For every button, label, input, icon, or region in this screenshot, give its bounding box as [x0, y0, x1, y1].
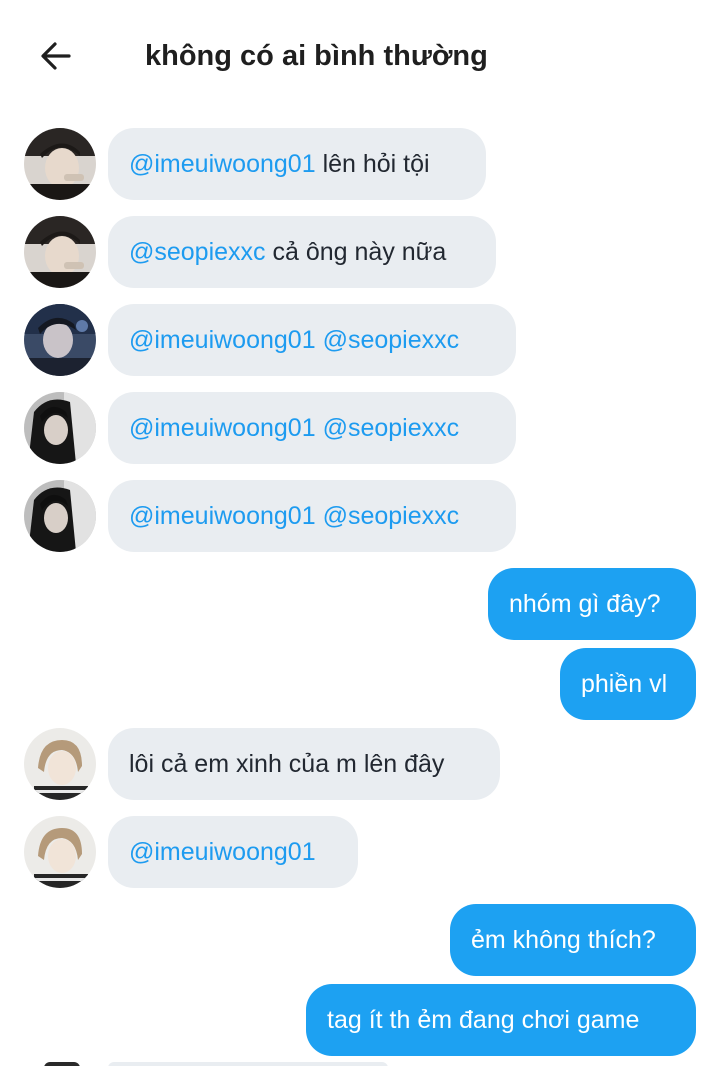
- avatar[interactable]: [24, 216, 96, 288]
- avatar-user-b-icon: [24, 304, 96, 376]
- mention-link[interactable]: @imeuiwoong01: [129, 838, 316, 866]
- incoming-bubble[interactable]: @imeuiwoong01 @seopiexxc: [108, 304, 516, 376]
- outgoing-bubble[interactable]: ẻm không thích?: [450, 904, 696, 976]
- avatar-user-d-icon: [24, 728, 96, 800]
- outgoing-bubble[interactable]: phiền vl: [560, 648, 696, 720]
- message-text: cả ông này nữa: [272, 238, 447, 266]
- mention-link[interactable]: @imeuiwoong01: [129, 150, 316, 178]
- chat-header: không có ai bình thường: [0, 0, 720, 110]
- arrow-left-icon: [41, 42, 71, 70]
- mention-link[interactable]: @imeuiwoong01: [129, 326, 316, 354]
- mention-link[interactable]: @seopiexxc: [323, 502, 460, 530]
- mention-link[interactable]: @imeuiwoong01: [129, 414, 316, 442]
- avatar-user-c-icon: [24, 480, 96, 552]
- mention-link[interactable]: @imeuiwoong01: [129, 502, 316, 530]
- bubble-peek: [108, 1062, 388, 1066]
- message-row: @seopiexxc cả ông này nữa: [0, 216, 720, 288]
- avatar-user-c-icon: [24, 392, 96, 464]
- avatar[interactable]: [24, 128, 96, 200]
- back-button[interactable]: [32, 34, 80, 78]
- avatar[interactable]: [24, 816, 96, 888]
- avatar[interactable]: [24, 304, 96, 376]
- message-row: nhóm gì đây?: [0, 568, 720, 640]
- message-row: @imeuiwoong01 lên hỏi tội: [0, 128, 720, 200]
- incoming-bubble[interactable]: lôi cả em xinh của m lên đây: [108, 728, 500, 800]
- message-row: @imeuiwoong01 @seopiexxc: [0, 480, 720, 552]
- message-row: lôi cả em xinh của m lên đây: [0, 728, 720, 800]
- mention-link[interactable]: @seopiexxc: [323, 326, 460, 354]
- message-text: tag ít th ẻm đang chơi game: [327, 1006, 640, 1034]
- message-text: lên hỏi tội: [322, 150, 430, 178]
- message-row: tag ít th ẻm đang chơi game: [0, 984, 720, 1056]
- message-row: @imeuiwoong01: [0, 816, 720, 888]
- chat-title: không có ai bình thường: [145, 40, 488, 72]
- next-message-peek: [0, 1060, 720, 1066]
- outgoing-bubble[interactable]: tag ít th ẻm đang chơi game: [306, 984, 696, 1056]
- message-text: phiền vl: [581, 670, 668, 698]
- message-row: @imeuiwoong01 @seopiexxc: [0, 392, 720, 464]
- message-row: @imeuiwoong01 @seopiexxc: [0, 304, 720, 376]
- message-text: lôi cả em xinh của m lên đây: [129, 750, 445, 778]
- avatar-user-a-icon: [24, 128, 96, 200]
- message-text: nhóm gì đây?: [509, 590, 661, 618]
- mention-link[interactable]: @seopiexxc: [129, 238, 266, 266]
- avatar[interactable]: [24, 480, 96, 552]
- incoming-bubble[interactable]: @imeuiwoong01: [108, 816, 358, 888]
- mention-link[interactable]: @seopiexxc: [323, 414, 460, 442]
- chat-screen: không có ai bình thường @imeuiwoong01 lê…: [0, 0, 720, 1066]
- avatar[interactable]: [24, 728, 96, 800]
- message-row: phiền vl: [0, 648, 720, 720]
- avatar[interactable]: [24, 392, 96, 464]
- outgoing-bubble[interactable]: nhóm gì đây?: [488, 568, 696, 640]
- incoming-bubble[interactable]: @seopiexxc cả ông này nữa: [108, 216, 496, 288]
- avatar-user-d-icon: [24, 816, 96, 888]
- message-text: ẻm không thích?: [471, 926, 656, 954]
- message-row: ẻm không thích?: [0, 904, 720, 976]
- incoming-bubble[interactable]: @imeuiwoong01 lên hỏi tội: [108, 128, 486, 200]
- avatar-user-a-icon: [24, 216, 96, 288]
- avatar-peek: [44, 1062, 80, 1066]
- incoming-bubble[interactable]: @imeuiwoong01 @seopiexxc: [108, 480, 516, 552]
- incoming-bubble[interactable]: @imeuiwoong01 @seopiexxc: [108, 392, 516, 464]
